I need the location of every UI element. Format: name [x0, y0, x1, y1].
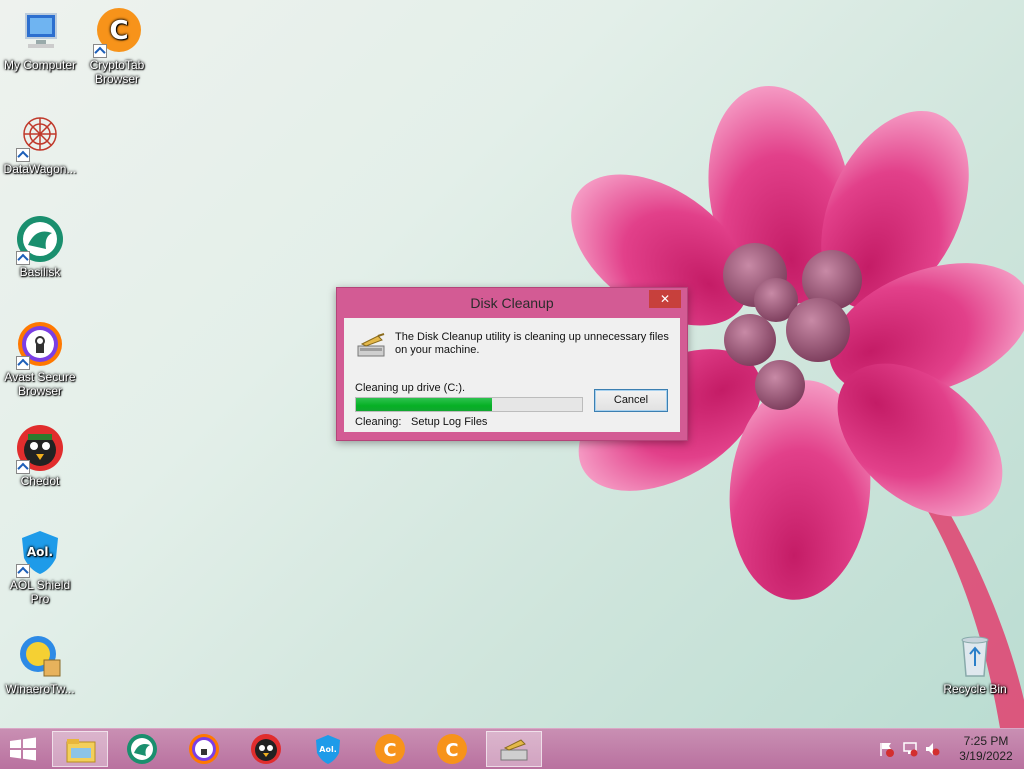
taskbar-chedot[interactable]: [238, 731, 294, 767]
desktop-icon-label: Avast Secure Browser: [4, 370, 76, 398]
datawagon-icon: [16, 112, 64, 162]
taskbar-clock[interactable]: 7:25 PM 3/19/2022: [954, 734, 1018, 764]
desktop-icon-chedot[interactable]: Chedot: [0, 424, 80, 488]
taskbar-cryptotab-2[interactable]: C: [424, 731, 480, 767]
desktop-icon-label: Basilisk: [19, 265, 61, 279]
taskbar-avast-secure-browser[interactable]: [176, 731, 232, 767]
dialog-body: The Disk Cleanup utility is cleaning up …: [344, 318, 680, 432]
desktop-icon-basilisk[interactable]: Basilisk: [0, 215, 80, 279]
svg-text:C: C: [383, 740, 396, 761]
shortcut-arrow-icon: [16, 356, 30, 370]
cryptotab-icon: C: [375, 734, 405, 764]
desktop-icon-label: WinaeroTw...: [5, 682, 75, 696]
desktop-icon-label: Chedot: [20, 474, 60, 488]
winaero-tweaker-icon: [16, 632, 64, 680]
clock-date: 3/19/2022: [959, 749, 1013, 763]
aol-shield-icon: Aol.: [316, 735, 340, 764]
dialog-title: Disk Cleanup: [470, 295, 554, 311]
desktop-icon-datawagon[interactable]: DataWagon...: [0, 112, 80, 176]
shortcut-arrow-icon: [93, 44, 107, 58]
taskbar-cryptotab-1[interactable]: C: [362, 731, 418, 767]
disk-cleanup-icon: [500, 739, 528, 761]
cryptotab-icon: C: [437, 734, 467, 764]
action-center-flag-icon[interactable]: [878, 741, 894, 757]
desktop-icon-label: DataWagon...: [3, 162, 77, 176]
desktop-icon-label: Recycle Bin: [943, 682, 1007, 696]
taskbar-basilisk[interactable]: [114, 731, 170, 767]
drive-label: Cleaning up drive (C:).: [355, 382, 466, 394]
basilisk-icon: [16, 215, 64, 265]
close-button[interactable]: ✕: [649, 290, 681, 308]
avast-icon: [16, 320, 64, 370]
desktop-icon-avast[interactable]: Avast Secure Browser: [0, 320, 80, 398]
desktop-icon-label: My Computer: [3, 58, 77, 72]
desktop-icon-aol-shield[interactable]: Aol. AOL Shield Pro: [0, 528, 80, 606]
shortcut-arrow-icon: [16, 564, 30, 578]
dialog-titlebar[interactable]: Disk Cleanup ✕: [337, 288, 687, 316]
windows-logo-icon: [10, 737, 36, 761]
aol-shield-icon: Aol.: [16, 528, 64, 578]
chedot-icon: [16, 424, 64, 474]
svg-text:C: C: [109, 16, 128, 46]
basilisk-icon: [127, 734, 157, 764]
taskbar: Aol. C C 7:25 PM 3/19/2022: [0, 728, 1024, 769]
cleanup-progress-bar: [355, 397, 583, 412]
avast-icon: [189, 734, 219, 764]
system-tray: 7:25 PM 3/19/2022: [864, 729, 1024, 769]
volume-muted-icon[interactable]: [924, 741, 940, 757]
cleaning-item: Setup Log Files: [411, 416, 488, 428]
disk-cleanup-icon: [357, 333, 385, 357]
desktop-icon-label: CryptoTab Browser: [89, 58, 145, 86]
dialog-message: The Disk Cleanup utility is cleaning up …: [395, 331, 669, 356]
shortcut-arrow-icon: [16, 148, 30, 162]
cleaning-label: Cleaning:: [355, 416, 402, 428]
folder-icon: [66, 739, 96, 763]
desktop-icon-label: AOL Shield Pro: [9, 578, 71, 606]
network-icon[interactable]: [902, 741, 918, 757]
recycle-bin-icon: [951, 632, 999, 680]
cryptotab-icon: C: [93, 8, 141, 58]
progress-fill: [356, 398, 492, 411]
desktop-icon-cryptotab[interactable]: C CryptoTab Browser: [77, 8, 157, 86]
desktop-icon-recycle-bin[interactable]: Recycle Bin: [935, 632, 1015, 696]
taskbar-disk-cleanup[interactable]: [486, 731, 542, 767]
taskbar-aol-shield-pro[interactable]: Aol.: [300, 731, 356, 767]
desktop-icon-winaerotweaker[interactable]: WinaeroTw...: [0, 632, 80, 696]
taskbar-file-explorer[interactable]: [52, 731, 108, 767]
cancel-button[interactable]: Cancel: [594, 389, 668, 412]
disk-cleanup-dialog: Disk Cleanup ✕ The Disk Cleanup utility …: [336, 287, 688, 441]
clock-time: 7:25 PM: [963, 734, 1009, 748]
chedot-icon: [251, 734, 281, 764]
shortcut-arrow-icon: [16, 251, 30, 265]
svg-text:Aol.: Aol.: [319, 745, 336, 754]
svg-text:Aol.: Aol.: [27, 545, 53, 559]
computer-icon: [16, 8, 64, 56]
start-button[interactable]: [8, 737, 38, 761]
shortcut-arrow-icon: [16, 460, 30, 474]
desktop-icon-my-computer[interactable]: My Computer: [0, 8, 80, 72]
svg-text:C: C: [445, 740, 458, 761]
